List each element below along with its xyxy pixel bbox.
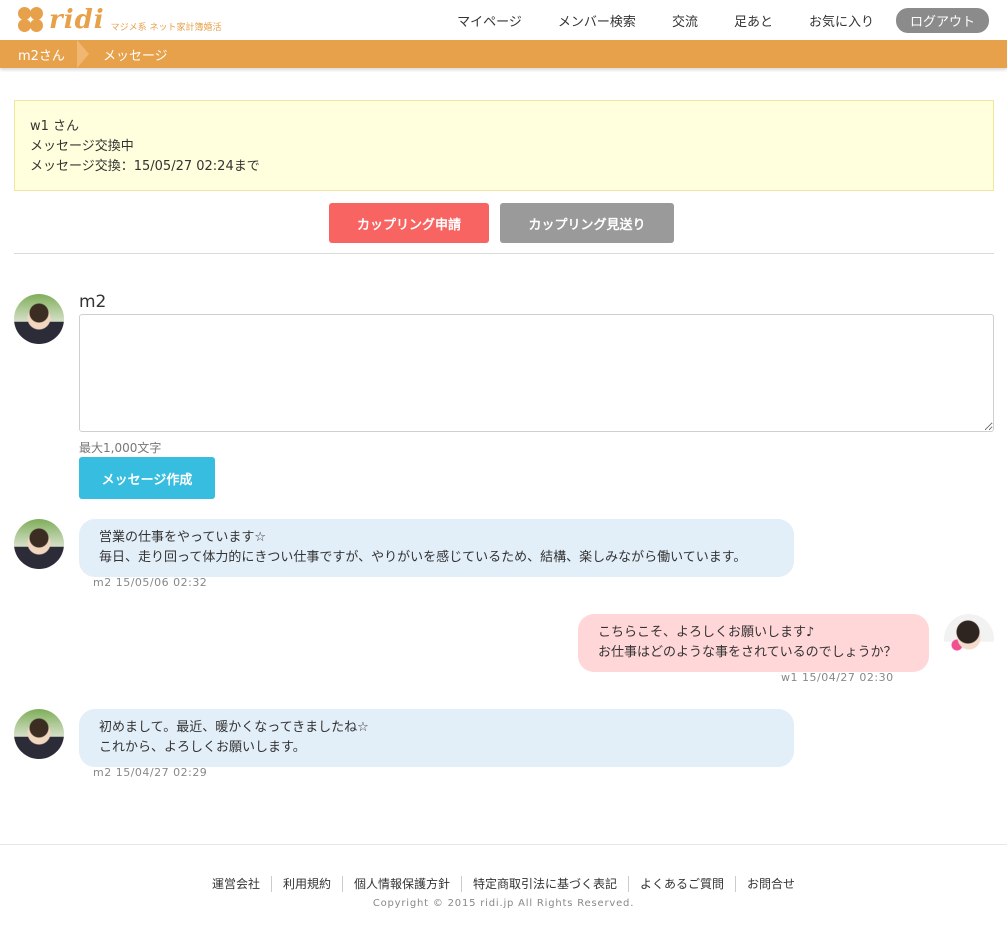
nav-favorites[interactable]: お気に入り bbox=[809, 11, 874, 30]
breadcrumb-arrow-icon bbox=[76, 40, 89, 68]
exchange-status-box: w1 さん メッセージ交換中 メッセージ交換：15/05/27 02:24まで bbox=[14, 100, 994, 191]
site-header: ridi マジメ系 ネット家計簿婚活 マイページ メンバー検索 交流 足あと お… bbox=[0, 0, 1007, 40]
footer-link-company[interactable]: 運営会社 bbox=[201, 876, 271, 892]
message-line: 毎日、走り回って体力的にきつい仕事ですが、やりがいを感じているため、結構、楽しみ… bbox=[99, 550, 747, 565]
coupling-pass-button[interactable]: カップリング見送り bbox=[500, 203, 674, 243]
site-logo[interactable]: ridi マジメ系 ネット家計簿婚活 bbox=[18, 6, 222, 34]
clover-logo-icon bbox=[18, 6, 45, 34]
create-message-button[interactable]: メッセージ作成 bbox=[79, 457, 215, 499]
footer-links: 運営会社 利用規約 個人情報保護方針 特定商取引法に基づく表記 よくあるご質問 … bbox=[0, 876, 1007, 892]
main-nav: マイページ メンバー検索 交流 足あと お気に入り ログアウト bbox=[439, 0, 1007, 40]
footer-link-contact[interactable]: お問合せ bbox=[735, 876, 806, 892]
message-line: お仕事はどのような事をされているのでしょうか？ bbox=[598, 645, 897, 660]
breadcrumb-current: メッセージ bbox=[102, 48, 168, 64]
nav-member-search[interactable]: メンバー検索 bbox=[558, 11, 636, 30]
logo-text: ridi bbox=[49, 5, 105, 35]
footer-divider bbox=[0, 844, 1007, 845]
message-line: 営業の仕事をやっています☆ bbox=[99, 530, 267, 545]
divider bbox=[14, 253, 994, 254]
message-bubble: こちらこそ、よろしくお願いします♪ お仕事はどのような事をされているのでしょうか… bbox=[578, 614, 929, 672]
char-limit-note: 最大1,000文字 bbox=[79, 441, 162, 455]
logout-button[interactable]: ログアウト bbox=[895, 7, 989, 33]
avatar-m2 bbox=[14, 709, 64, 759]
nav-footprints[interactable]: 足あと bbox=[734, 11, 773, 30]
status-partner: w1 さん bbox=[30, 119, 80, 134]
message-bubble: 初めまして。最近、暖かくなってきましたね☆ これから、よろしくお願いします。 bbox=[79, 709, 794, 767]
footer-link-privacy[interactable]: 個人情報保護方針 bbox=[341, 876, 461, 892]
message-meta: m2 15/05/06 02:32 bbox=[93, 576, 208, 589]
message-meta: m2 15/04/27 02:29 bbox=[93, 766, 208, 779]
message-bubble: 営業の仕事をやっています☆ 毎日、走り回って体力的にきつい仕事ですが、やりがいを… bbox=[79, 519, 794, 577]
composer-name: m2 bbox=[79, 292, 107, 312]
message-line: 初めまして。最近、暖かくなってきましたね☆ bbox=[99, 720, 369, 735]
logo-tagline: マジメ系 ネット家計簿婚活 bbox=[110, 22, 222, 33]
footer-link-terms[interactable]: 利用規約 bbox=[270, 876, 342, 892]
nav-exchange[interactable]: 交流 bbox=[672, 11, 698, 30]
coupling-apply-button[interactable]: カップリング申請 bbox=[329, 203, 489, 243]
avatar-m2 bbox=[14, 294, 64, 344]
footer-link-faq[interactable]: よくあるご質問 bbox=[628, 876, 735, 892]
copyright: Copyright © 2015 ridi.jp All Rights Rese… bbox=[372, 898, 635, 909]
nav-mypage[interactable]: マイページ bbox=[457, 11, 522, 30]
message-line: これから、よろしくお願いします。 bbox=[99, 740, 306, 755]
breadcrumb-partner[interactable]: m2さん bbox=[0, 45, 65, 64]
message-line: こちらこそ、よろしくお願いします♪ bbox=[598, 625, 815, 640]
status-deadline: メッセージ交換：15/05/27 02:24まで bbox=[30, 159, 260, 174]
breadcrumb: m2さん メッセージ bbox=[0, 40, 1007, 68]
status-state: メッセージ交換中 bbox=[30, 139, 134, 154]
message-meta: w1 15/04/27 02:30 bbox=[781, 671, 894, 684]
avatar-m2 bbox=[14, 519, 64, 569]
message-textarea[interactable] bbox=[79, 314, 994, 432]
avatar-w1 bbox=[944, 614, 994, 664]
footer-link-commerce-law[interactable]: 特定商取引法に基づく表記 bbox=[461, 876, 628, 892]
